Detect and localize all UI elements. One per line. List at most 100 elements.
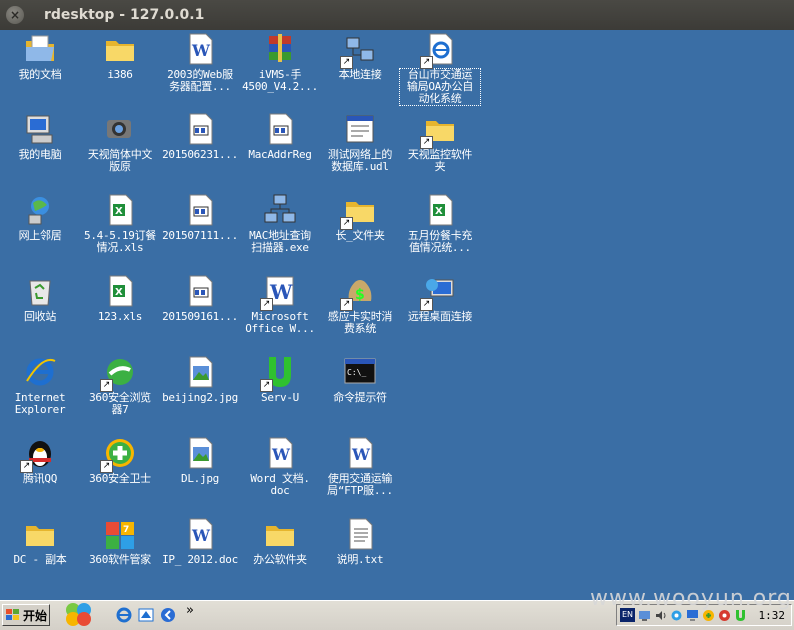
360-ball-icon[interactable] (62, 599, 96, 629)
desktop-icon-label: 远程桌面连接 (407, 310, 473, 323)
desktop-icon-label: 台山市交通运 输局OA办公自 动化系统 (399, 68, 481, 106)
qq-penguin-icon: ↗ (20, 436, 57, 473)
shortcut-arrow-icon: ↗ (340, 217, 353, 230)
money-bag-icon: $ ↗ (340, 274, 377, 311)
shortcut-arrow-icon: ↗ (260, 379, 273, 392)
text-file-icon (263, 112, 297, 146)
desktop-icon[interactable]: 说明.txt (320, 517, 400, 566)
desktop-icon-label: 360安全卫士 (89, 472, 151, 485)
svg-text:C:\_: C:\_ (347, 368, 366, 377)
start-button[interactable]: 开始 (2, 604, 50, 626)
desktop-icon[interactable]: 办公软件夹 (240, 517, 320, 566)
svg-text:W: W (191, 41, 211, 60)
desktop-icon[interactable]: W ↗ Microsoft Office W... (240, 274, 320, 335)
desktop-icon[interactable]: ↗ 台山市交通运 输局OA办公自 动化系统 (399, 32, 481, 106)
ie-quicklaunch-icon[interactable] (116, 607, 132, 623)
desktop-icon[interactable]: C:\_ 命令提示符 (320, 355, 400, 404)
text-file-icon (183, 274, 217, 308)
desktop-icon-label: MAC地址查询 扫描器.exe (249, 229, 311, 254)
outlook-express-icon[interactable] (138, 607, 154, 623)
image-file-icon (183, 436, 217, 470)
desktop-icon[interactable]: X 5.4-5.19订餐 情况.xls (80, 193, 160, 254)
desktop-icon[interactable]: ↗ 远程桌面连接 (400, 274, 480, 323)
svg-text:X: X (115, 206, 123, 217)
desktop-icon[interactable]: ↗ 腾讯QQ (0, 436, 80, 485)
word-doc-icon: W (183, 517, 217, 551)
shortcut-arrow-icon: ↗ (340, 298, 353, 311)
desktop-icon[interactable]: 天视简体中文 版原 (80, 112, 160, 173)
desktop-icon-label: 长_文件夹 (335, 229, 385, 242)
desktop-icon[interactable]: ↗ 360安全卫士 (80, 436, 160, 485)
desktop-icon[interactable]: ↗ 天视监控软件 夹 (400, 112, 480, 173)
shortcut-arrow-icon: ↗ (100, 379, 113, 392)
desktop-icon[interactable]: ↗ 360安全浏览 器7 (80, 355, 160, 416)
desktop-icon[interactable]: W IP_ 2012.doc (160, 517, 240, 566)
desktop-icon-label: 说明.txt (336, 553, 384, 566)
desktop-icon-label: 感应卡实时消 费系统 (327, 310, 393, 335)
udl-file-icon (343, 112, 377, 146)
desktop-icon[interactable]: X 五月份餐卡充 值情况统... (400, 193, 480, 254)
desktop-icon[interactable]: W Word 文档. doc (240, 436, 320, 497)
desktop-icon[interactable]: 我的文档 (0, 32, 80, 81)
desktop: 我的文档 i386 W 2003的Web服 务器配置... iVMS-手 4500_V4… (0, 30, 794, 600)
shortcut-arrow-icon: ↗ (260, 298, 273, 311)
desktop-icon[interactable]: ↗ Serv-U (240, 355, 320, 404)
folder-icon: ↗ (420, 112, 457, 149)
command-prompt-icon: C:\_ (343, 355, 377, 389)
desktop-icon[interactable]: MacAddrReg (240, 112, 320, 161)
desktop-icon-label: 命令提示符 (333, 391, 387, 404)
desktop-icon[interactable]: X 123.xls (80, 274, 160, 323)
word-app-icon: W ↗ (260, 274, 297, 311)
excel-icon: X (423, 193, 457, 227)
desktop-icon[interactable]: 我的电脑 (0, 112, 80, 161)
show-desktop-icon[interactable] (160, 607, 176, 623)
svg-text:X: X (435, 206, 443, 217)
shortcut-arrow-icon: ↗ (420, 136, 433, 149)
desktop-icon-label: 天视监控软件 夹 (407, 148, 473, 173)
close-window-button[interactable]: × (6, 6, 24, 24)
network-connection-icon: ↗ (340, 32, 377, 69)
start-label: 开始 (23, 608, 48, 623)
desktop-icon[interactable]: 回收站 (0, 274, 80, 323)
desktop-icon[interactable]: 201509161... (160, 274, 240, 323)
desktop-icon-label: 201507111... (162, 229, 238, 242)
360-safeguard-icon: ↗ (100, 436, 137, 473)
desktop-icon[interactable]: Internet Explorer (0, 355, 80, 416)
desktop-icon[interactable]: DC - 副本 (0, 517, 80, 566)
folder-icon (23, 517, 57, 551)
desktop-icon[interactable]: W 2003的Web服 务器配置... (160, 32, 240, 93)
desktop-icon[interactable]: beijing2.jpg (160, 355, 240, 404)
svg-text:W: W (271, 445, 291, 464)
desktop-icon[interactable]: DL.jpg (160, 436, 240, 485)
desktop-icon[interactable]: $ ↗ 感应卡实时消 费系统 (320, 274, 400, 335)
network-places-icon (23, 193, 57, 227)
desktop-icon[interactable]: W 使用交通运输 局“FTP服... (320, 436, 400, 497)
desktop-icon-label: 360软件管家 (89, 553, 151, 566)
desktop-icon[interactable]: 201506231... (160, 112, 240, 161)
desktop-icon[interactable]: i386 (80, 32, 160, 81)
desktop-icon[interactable]: ↗ 本地连接 (320, 32, 400, 81)
quick-launch-more[interactable]: » (186, 603, 200, 625)
desktop-icon-label: iVMS-手 4500_V4.2... (242, 68, 318, 93)
desktop-icon[interactable]: iVMS-手 4500_V4.2... (240, 32, 320, 93)
desktop-icon[interactable]: ↗ 长_文件夹 (320, 193, 400, 242)
camera-icon (103, 112, 137, 146)
desktop-icon-label: Microsoft Office W... (245, 310, 315, 335)
desktop-icon-label: 201506231... (162, 148, 238, 161)
desktop-icon-label: 5.4-5.19订餐 情况.xls (84, 229, 156, 254)
desktop-icon-label: 我的文档 (18, 68, 62, 81)
text-file-icon (183, 112, 217, 146)
desktop-icon[interactable]: MAC地址查询 扫描器.exe (240, 193, 320, 254)
word-doc-icon: W (343, 436, 377, 470)
desktop-icon[interactable]: 网上邻居 (0, 193, 80, 242)
desktop-icon-label: 本地连接 (338, 68, 382, 81)
folder-icon (263, 517, 297, 551)
desktop-icon[interactable]: 测试网络上的 数据库.udl (320, 112, 400, 173)
desktop-icon-label: IP_ 2012.doc (162, 553, 238, 566)
word-doc-icon: W (263, 436, 297, 470)
desktop-icon[interactable]: 201507111... (160, 193, 240, 242)
desktop-icon[interactable]: 7 360软件管家 (80, 517, 160, 566)
remote-desktop-icon: ↗ (420, 274, 457, 311)
window-title: rdesktop - 127.0.0.1 (44, 7, 205, 23)
servu-icon: ↗ (260, 355, 297, 392)
